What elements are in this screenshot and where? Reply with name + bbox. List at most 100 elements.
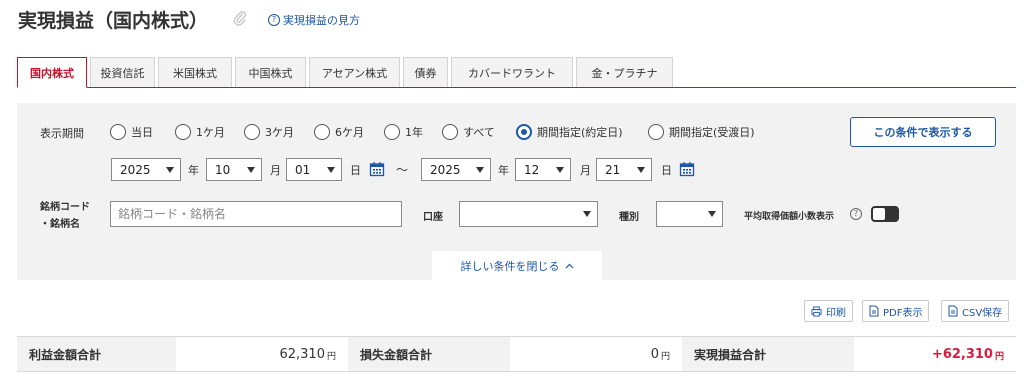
radio-circle — [110, 124, 126, 140]
tab-china-stocks[interactable]: 中国株式 — [235, 57, 306, 88]
chevron-up-icon — [565, 263, 573, 268]
radio-label: 6ケ月 — [335, 126, 364, 139]
tab-us-stocks[interactable]: 米国株式 — [158, 57, 232, 88]
tab-investment-trusts[interactable]: 投資信託 — [90, 57, 155, 88]
month-unit: 月 — [270, 164, 281, 177]
decimal-display-label: 平均取得価額小数表示 — [744, 212, 835, 222]
radio-label: 3ケ月 — [265, 126, 294, 139]
caret-down-icon — [583, 211, 591, 217]
question-icon[interactable]: ? — [850, 208, 862, 220]
page-title: 実現損益（国内株式） — [18, 10, 209, 32]
radio-circle — [314, 124, 330, 140]
radio-circle — [244, 124, 260, 140]
profit-total-label: 利益金額合計 — [17, 337, 176, 371]
caret-down-icon — [476, 166, 484, 173]
amount: +62,310 — [931, 346, 993, 362]
radio-all[interactable]: すべて — [442, 124, 495, 140]
radio-label: 期間指定(受渡日) — [669, 126, 755, 139]
tab-label: 中国株式 — [248, 67, 293, 80]
caret-down-icon — [637, 166, 645, 173]
tab-domestic-stocks[interactable]: 国内株式 — [17, 57, 87, 88]
csv-file-icon — [948, 305, 958, 317]
question-icon: ? — [268, 14, 280, 26]
select-value: 2025 — [120, 162, 151, 177]
radio-circle — [384, 124, 400, 140]
symbol-search-input[interactable] — [110, 201, 402, 227]
csv-button[interactable]: CSV保存 — [941, 300, 1010, 322]
tab-bonds[interactable]: 債券 — [403, 57, 448, 88]
realized-total-value: +62,310 円 — [854, 337, 1016, 371]
radio-label: 1ケ月 — [196, 126, 225, 139]
help-link[interactable]: ? 実現損益の見方 — [268, 12, 360, 28]
print-button[interactable]: 印刷 — [804, 300, 853, 322]
realized-total-label: 実現損益合計 — [682, 337, 854, 371]
period-label: 表示期間 — [40, 127, 84, 140]
summary-row: 利益金額合計 62,310 円 損失金額合計 0円 実現損益合計 +62,310 円 — [17, 336, 1016, 372]
account-label: 口座 — [423, 212, 443, 223]
help-link-label: 実現損益の見方 — [283, 14, 360, 27]
tab-underline — [17, 87, 1016, 88]
range-separator: ～ — [396, 163, 409, 177]
collapse-details-button[interactable]: 詳しい条件を閉じる — [432, 251, 602, 280]
category-select[interactable] — [656, 201, 723, 227]
select-value: 01 — [295, 162, 311, 177]
radio-1month[interactable]: 1ケ月 — [175, 124, 225, 140]
to-month-select[interactable]: 12 — [515, 158, 571, 181]
caret-down-icon — [556, 166, 564, 173]
year-unit: 年 — [498, 164, 509, 177]
amount: 62,310 — [279, 346, 325, 362]
decimal-display-toggle[interactable] — [871, 206, 899, 222]
day-unit: 日 — [661, 164, 672, 177]
tab-label: 債券 — [414, 67, 437, 80]
calendar-icon[interactable] — [369, 161, 385, 177]
from-year-select[interactable]: 2025 — [111, 158, 181, 181]
caret-down-icon — [247, 166, 255, 173]
year-unit: 年 — [188, 164, 199, 177]
radio-range-trade-date[interactable]: 期間指定(約定日) — [516, 124, 623, 140]
tab-label: 投資信託 — [100, 67, 145, 80]
caret-down-icon — [708, 211, 716, 217]
day-unit: 日 — [350, 164, 361, 177]
radio-label: すべて — [463, 126, 495, 139]
loss-total-value: 0円 — [510, 337, 682, 371]
radio-circle — [648, 124, 664, 140]
pdf-button[interactable]: PDF表示 — [862, 300, 930, 322]
profit-total-value: 62,310 円 — [176, 337, 348, 371]
symbol-label-line2: ・銘柄名 — [40, 219, 80, 230]
radio-3months[interactable]: 3ケ月 — [244, 124, 294, 140]
tab-label: 国内株式 — [30, 66, 74, 80]
tab-label: 米国株式 — [173, 67, 217, 80]
paperclip-icon[interactable] — [232, 10, 248, 26]
radio-label: 1年 — [405, 126, 423, 139]
tab-label: 金・プラチナ — [591, 67, 658, 80]
csv-label: CSV保存 — [962, 307, 1003, 319]
from-month-select[interactable]: 10 — [206, 158, 262, 181]
tab-gold-platinum[interactable]: 金・プラチナ — [576, 57, 673, 88]
tab-asean-stocks[interactable]: アセアン株式 — [309, 57, 400, 88]
loss-total-label: 損失金額合計 — [348, 337, 510, 371]
select-value: 12 — [524, 162, 540, 177]
account-select[interactable] — [459, 201, 598, 227]
symbol-label-line1: 銘柄コード — [40, 202, 90, 213]
radio-label: 当日 — [131, 126, 153, 139]
select-value: 21 — [605, 162, 621, 177]
tab-covered-warrants[interactable]: カバードワラント — [451, 57, 573, 88]
to-year-select[interactable]: 2025 — [421, 158, 491, 181]
printer-icon — [811, 305, 822, 317]
apply-filter-button[interactable]: この条件で表示する — [850, 117, 996, 147]
radio-range-settlement-date[interactable]: 期間指定(受渡日) — [648, 124, 755, 140]
to-day-select[interactable]: 21 — [596, 158, 652, 181]
radio-6months[interactable]: 6ケ月 — [314, 124, 364, 140]
tab-label: カバードワラント — [468, 67, 556, 80]
category-label: 種別 — [619, 212, 639, 223]
caret-down-icon — [166, 166, 174, 173]
radio-circle — [175, 124, 191, 140]
from-day-select[interactable]: 01 — [286, 158, 342, 181]
amount: 0 — [650, 346, 659, 362]
radio-today[interactable]: 当日 — [110, 124, 153, 140]
pdf-label: PDF表示 — [883, 307, 923, 319]
yen-unit: 円 — [660, 351, 670, 362]
calendar-icon[interactable] — [679, 161, 695, 177]
radio-1year[interactable]: 1年 — [384, 124, 423, 140]
caret-down-icon — [327, 166, 335, 173]
